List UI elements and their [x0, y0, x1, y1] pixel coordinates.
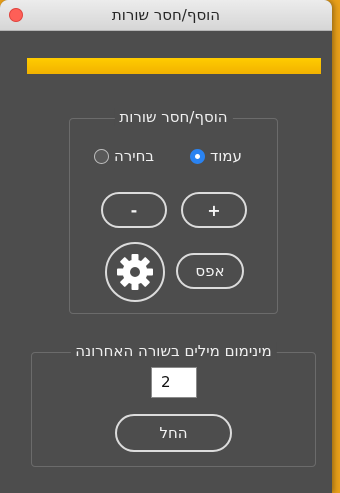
radio-selection[interactable]: בחירה [94, 147, 154, 165]
radio-column-indicator[interactable] [190, 148, 205, 164]
lines-group-label: הוסף/חסר שורות [114, 108, 233, 126]
radio-column-label[interactable]: עמוד [210, 147, 242, 165]
apply-button[interactable]: החל [115, 414, 232, 452]
minus-button[interactable]: - [101, 192, 167, 228]
radio-selection-label[interactable]: בחירה [114, 147, 154, 165]
title-bar[interactable]: הוסף/חסר שורות [0, 0, 332, 31]
radio-selection-indicator[interactable] [94, 148, 109, 164]
dialog-window: הוסף/חסר שורות הוסף/חסר שורות עמוד בחירה… [0, 0, 332, 493]
plus-button[interactable]: + [181, 192, 247, 228]
min-words-group-label: מינימום מילים בשורה האחרונה [70, 342, 277, 360]
progress-bar [27, 58, 321, 74]
radio-column[interactable]: עמוד [190, 147, 242, 165]
window-title: הוסף/חסר שורות [111, 6, 221, 24]
reset-button[interactable]: אפס [176, 253, 244, 289]
progress-fill [27, 58, 321, 74]
gear-icon [117, 254, 153, 290]
mode-radio-group: עמוד בחירה [94, 147, 264, 167]
settings-button[interactable] [105, 242, 165, 302]
min-words-input[interactable]: 2 [151, 367, 197, 398]
